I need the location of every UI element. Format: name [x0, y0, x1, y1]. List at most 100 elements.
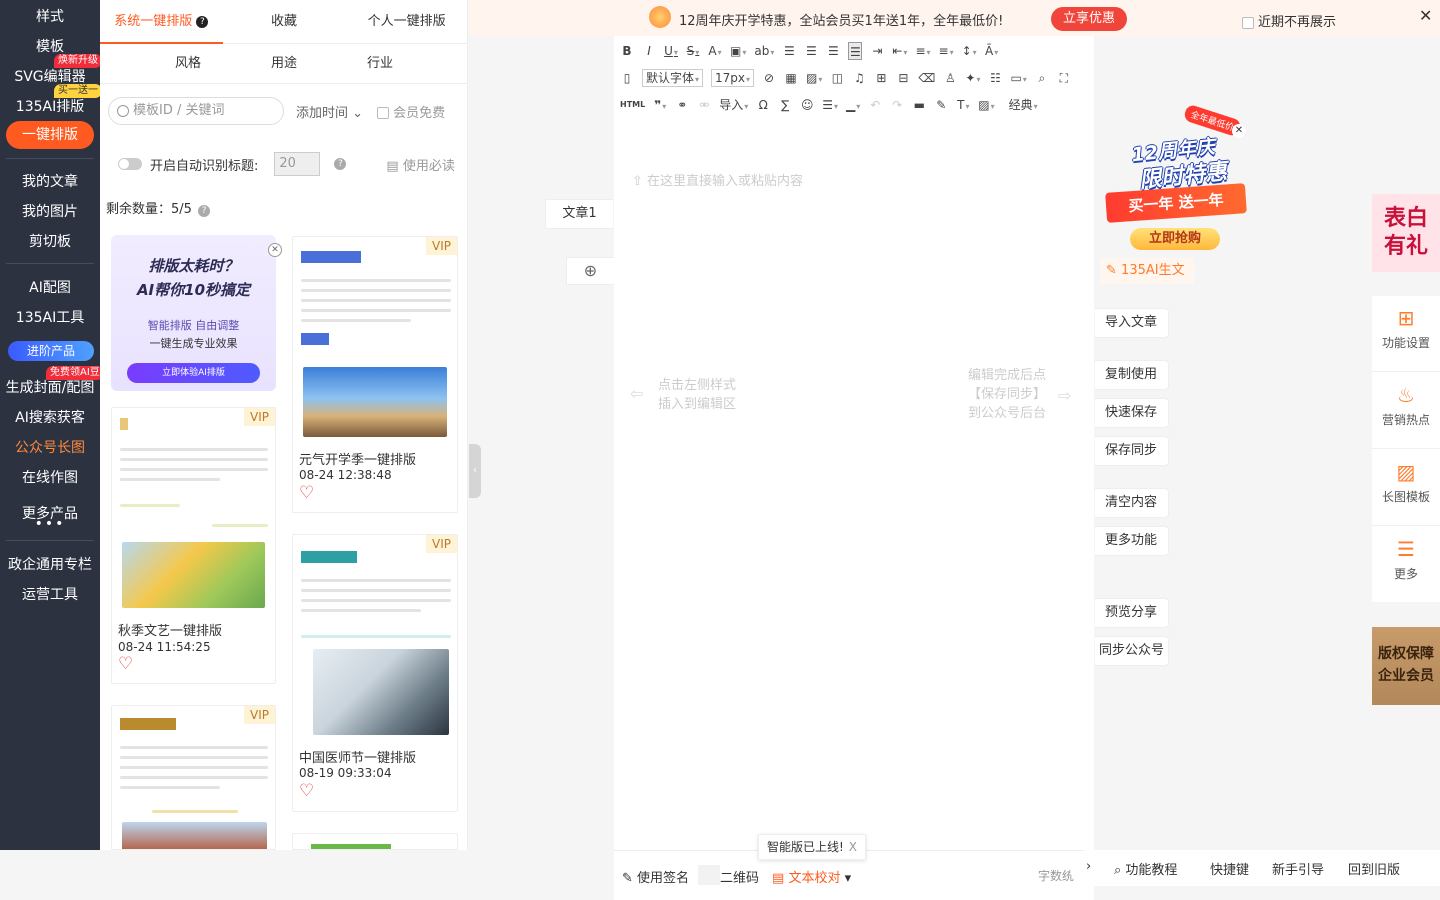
frame-icon[interactable]: ▭	[1010, 69, 1026, 87]
close-icon[interactable]: ✕	[1419, 6, 1432, 25]
more-functions-button[interactable]: 更多功能	[1095, 526, 1169, 556]
heart-icon[interactable]: ♡	[118, 656, 133, 673]
ai-layout-promo-card[interactable]: 排版太耗时？ AI帮你10秒搞定 智能排版 自由调整 一键生成专业效果 立即体验…	[111, 235, 276, 391]
draw-icon[interactable]: ✎	[934, 96, 948, 114]
paragraph-spacing-icon[interactable]: ≡	[939, 42, 954, 60]
close-icon[interactable]: ✕	[268, 243, 282, 257]
template-card-school[interactable]: VIP 元气开学季一键排版 08-24 12:38:48 ♡	[292, 236, 458, 513]
quick-save-button[interactable]: 快速保存	[1095, 398, 1169, 428]
search-replace-icon[interactable]: ⌕	[1035, 69, 1049, 87]
clear-style-icon[interactable]: ⊘	[762, 69, 776, 87]
article-tab[interactable]: 文章1	[545, 199, 613, 229]
fullscreen-icon[interactable]: ⛶	[1057, 69, 1071, 87]
auto-title-toggle[interactable]	[118, 158, 142, 170]
magic-wand-icon[interactable]: ✦	[965, 69, 980, 87]
document-icon[interactable]: ▯	[620, 69, 634, 87]
sidebar-item-online-design[interactable]: 在线作图	[0, 467, 100, 487]
align-center-icon[interactable]: ☰	[804, 42, 818, 60]
sidebar-item-ai-tools[interactable]: 135AI工具	[0, 307, 100, 327]
subtab-style[interactable]: 风格	[140, 44, 236, 83]
text-case-icon[interactable]: Ā	[985, 42, 999, 60]
sort-dropdown[interactable]: 添加时间 ⌄	[296, 102, 363, 121]
clear-content-button[interactable]: 清空内容	[1095, 488, 1169, 518]
format-brush-icon[interactable]: ab	[754, 42, 774, 60]
outdent-icon[interactable]: ⇤	[892, 42, 907, 60]
editor-placeholder[interactable]: ⇧ 在这里直接输入或粘贴内容	[632, 170, 803, 189]
bullet-list-icon[interactable]: ☰	[822, 96, 838, 114]
must-read-link[interactable]: ▤ 使用必读	[386, 155, 454, 174]
unlink-icon[interactable]: ⚮	[697, 96, 711, 114]
beginner-guide-link[interactable]: 新手引导	[1272, 859, 1324, 878]
sidebar-item-long-image[interactable]: 公众号长图	[0, 437, 100, 457]
gallery-icon[interactable]: ◫	[830, 69, 844, 87]
qrcode-button[interactable]: 二维码	[720, 867, 759, 886]
claim-offer-button[interactable]: 立享优惠	[1051, 7, 1127, 31]
emoji-icon[interactable]: ☺	[800, 96, 814, 114]
heart-icon[interactable]: ♡	[299, 783, 314, 800]
align-right-icon[interactable]: ☰	[826, 42, 840, 60]
omega-icon[interactable]: Ω	[756, 96, 770, 114]
preview-share-button[interactable]: 预览分享	[1095, 598, 1169, 628]
comment-icon[interactable]: ▬	[912, 96, 926, 114]
tutorial-link[interactable]: ⌕ 功能教程	[1114, 859, 1177, 878]
close-icon[interactable]: X	[849, 835, 857, 859]
html-icon[interactable]: HTML	[620, 96, 645, 114]
template-card-doctors-day[interactable]: VIP 中国医师节一键排版 08-19 09:33:04 ♡	[292, 534, 458, 812]
indent-icon[interactable]: ⇥	[870, 42, 884, 60]
paste-icon[interactable]: ▣	[730, 42, 746, 60]
proofread-button[interactable]: ▤ 文本校对 ▾	[772, 867, 851, 886]
classic-mode-dropdown[interactable]: 经典	[1009, 96, 1038, 114]
sigma-icon[interactable]: ∑	[778, 96, 792, 114]
sidebar-item-my-articles[interactable]: 我的文章	[0, 171, 100, 191]
search-input[interactable]: 模板ID / 关键词	[108, 97, 284, 125]
sidebar-item-my-images[interactable]: 我的图片	[0, 201, 100, 221]
letter-spacing-icon[interactable]: ↕	[962, 42, 977, 60]
divider-icon[interactable]: ⊟	[896, 69, 910, 87]
table-icon[interactable]: ▦	[784, 69, 798, 87]
font-size-select[interactable]: 17px	[711, 69, 755, 87]
subtab-usage[interactable]: 用途	[236, 44, 332, 83]
eraser-icon[interactable]: ⌫	[918, 69, 935, 87]
subtab-industry[interactable]: 行业	[332, 44, 428, 83]
stamp-icon[interactable]: ♙	[943, 69, 957, 87]
highlight-icon[interactable]: ▁	[846, 96, 860, 114]
confession-gift-banner[interactable]: 表白 有礼	[1372, 194, 1440, 272]
quote-icon[interactable]: ❞	[653, 96, 667, 114]
sync-wechat-button[interactable]: 同步公众号	[1095, 636, 1169, 666]
redo-icon[interactable]: ↷	[890, 96, 904, 114]
anniversary-promo[interactable]: 全年最低价 12周年庆 限时特惠 买一年 送一年 立即抢购 ✕	[1100, 103, 1250, 260]
sidebar-item-ai-image[interactable]: AI配图	[0, 277, 100, 297]
text-box-icon[interactable]: T	[956, 96, 970, 114]
more-item[interactable]: ☰ 更多	[1372, 527, 1440, 603]
underline-icon[interactable]: U	[664, 42, 678, 60]
tab-personal-layout[interactable]: 个人一键排版	[345, 0, 468, 43]
function-settings-item[interactable]: ⊞ 功能设置	[1372, 296, 1440, 372]
title-length-input[interactable]: 20	[274, 152, 321, 176]
buy-now-button[interactable]: 立即抢购	[1130, 228, 1220, 250]
long-image-template-item[interactable]: ▨ 长图模板	[1372, 450, 1440, 526]
help-icon[interactable]: ?	[334, 158, 347, 170]
sidebar-item-ai-search[interactable]: AI搜索获客	[0, 407, 100, 427]
sidebar-item-ops-tools[interactable]: 运营工具	[0, 584, 100, 604]
link-icon[interactable]: ⚭	[675, 96, 689, 114]
help-icon[interactable]: ?	[196, 15, 209, 28]
sidebar-item-advanced-products[interactable]: 进阶产品	[8, 341, 94, 361]
shortcuts-link[interactable]: 快捷键	[1210, 859, 1249, 878]
import-dropdown[interactable]: 导入	[719, 96, 748, 114]
heart-icon[interactable]: ♡	[299, 485, 314, 502]
template-card-partial[interactable]	[292, 833, 458, 850]
image-edit-icon[interactable]: ▨	[978, 96, 994, 114]
sidebar-item-style[interactable]: 样式	[0, 6, 100, 26]
image-icon[interactable]: ▨	[806, 69, 822, 87]
line-spacing-icon[interactable]: ≡	[915, 42, 930, 60]
qrcode-icon[interactable]	[698, 865, 720, 885]
tab-system-layout[interactable]: 系统一键排版 ?	[100, 0, 223, 44]
align-justify-icon[interactable]: ☰	[848, 42, 863, 60]
sidebar-item-ai-layout[interactable]: 135AI排版	[0, 96, 100, 116]
dont-show-checkbox[interactable]: 近期不再展示	[1242, 11, 1336, 30]
template-card-autumn[interactable]: VIP 秋季文艺一键排版 08-24 11:54:25 ♡	[111, 407, 276, 684]
font-color-icon[interactable]: A	[708, 42, 722, 60]
marketing-hotspot-item[interactable]: ♨ 营销热点	[1372, 373, 1440, 449]
copy-use-button[interactable]: 复制使用	[1095, 360, 1169, 390]
italic-icon[interactable]: I	[642, 42, 656, 60]
